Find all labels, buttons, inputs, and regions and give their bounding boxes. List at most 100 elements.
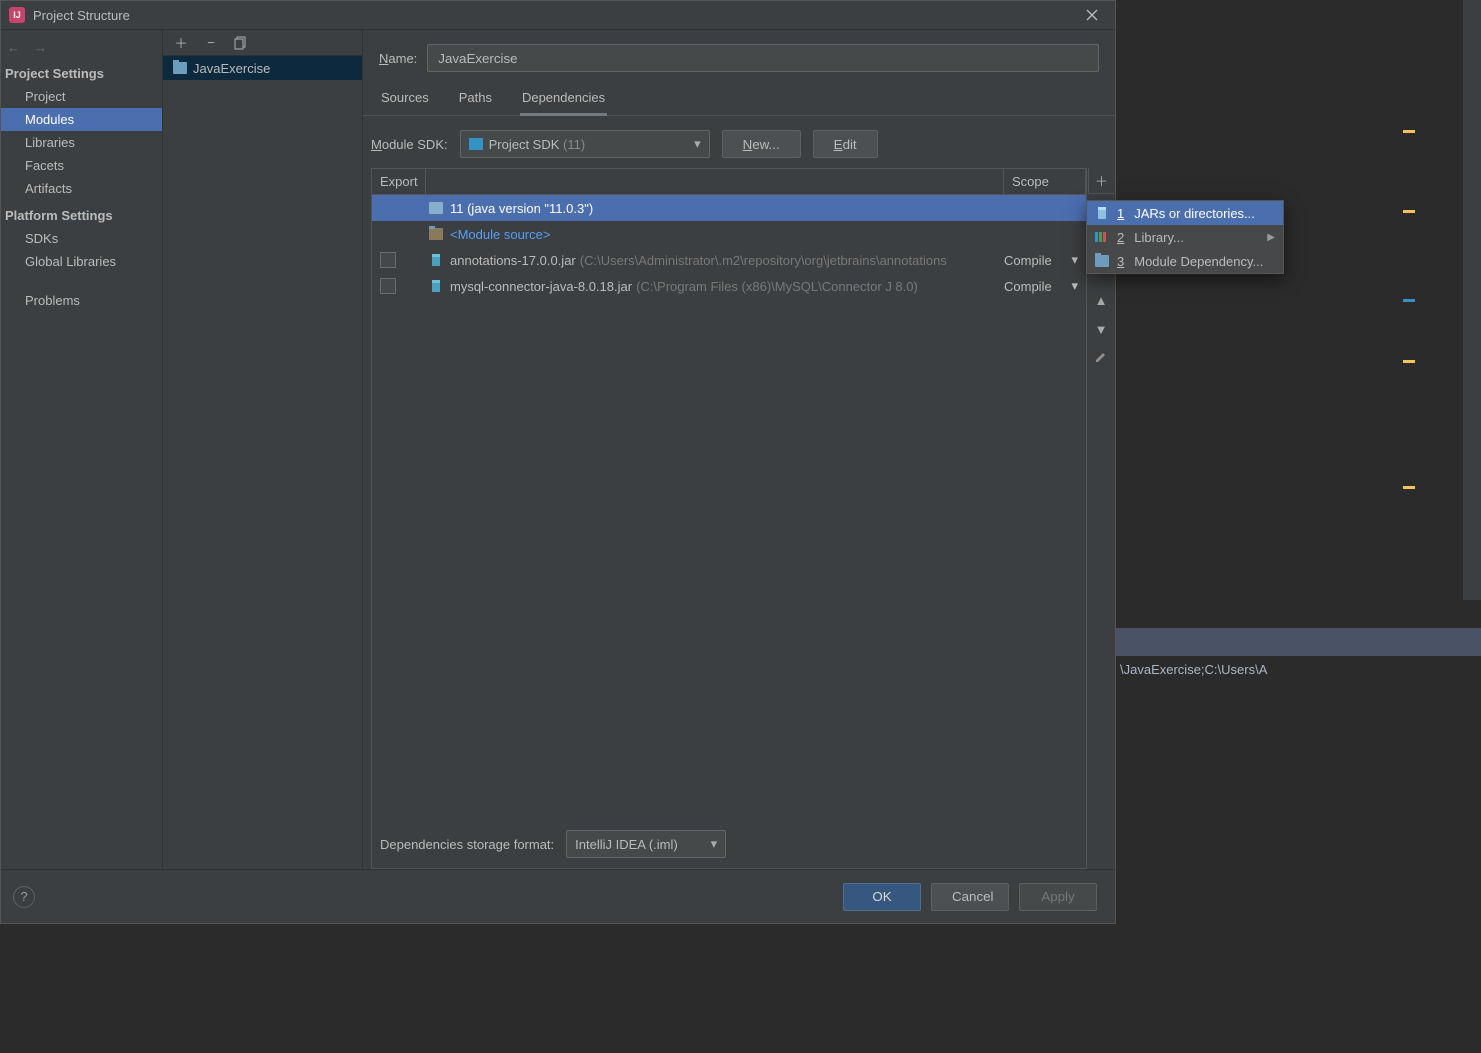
dep-label: <Module source> bbox=[450, 227, 550, 242]
chevron-down-icon: ▾ bbox=[1071, 278, 1078, 294]
menu-shortcut: 3 bbox=[1117, 254, 1124, 269]
menu-shortcut: 1 bbox=[1117, 206, 1124, 221]
chevron-down-icon: ▾ bbox=[711, 836, 718, 852]
add-dependency-menu: 1 JARs or directories... 2 Library... ▶ … bbox=[1086, 200, 1284, 274]
remove-icon[interactable]: − bbox=[203, 35, 219, 51]
back-icon[interactable]: ← bbox=[7, 40, 20, 55]
library-icon bbox=[1095, 231, 1109, 243]
sidebar-item-modules[interactable]: Modules bbox=[1, 108, 162, 131]
source-folder-icon bbox=[428, 228, 444, 240]
table-header: Export Scope bbox=[372, 169, 1086, 195]
console-output: \JavaExercise;C:\Users\A bbox=[1116, 656, 1481, 1053]
col-export[interactable]: Export bbox=[372, 169, 426, 194]
cancel-button[interactable]: Cancel bbox=[931, 883, 1009, 911]
sdk-value: Project SDK (11) bbox=[489, 137, 586, 152]
add-dependency-button[interactable]: ＋ bbox=[1088, 168, 1114, 194]
chevron-down-icon: ▾ bbox=[1071, 252, 1078, 268]
sdk-folder-icon bbox=[428, 202, 444, 214]
table-row[interactable]: 11 (java version "11.0.3") bbox=[372, 195, 1086, 221]
name-label: Name: bbox=[379, 51, 417, 66]
sidebar-item-sdks[interactable]: SDKs bbox=[1, 227, 162, 250]
menu-item-jars[interactable]: 1 JARs or directories... bbox=[1087, 201, 1283, 225]
module-tabs: Sources Paths Dependencies bbox=[363, 84, 1115, 116]
menu-label: Library... bbox=[1134, 230, 1184, 245]
tool-window-header[interactable] bbox=[1116, 628, 1481, 656]
dialog-titlebar[interactable]: IJ Project Structure bbox=[1, 1, 1115, 30]
module-list-panel: ＋ − JavaExercise bbox=[163, 30, 363, 869]
add-icon[interactable]: ＋ bbox=[173, 35, 189, 51]
app-icon: IJ bbox=[9, 7, 25, 23]
module-folder-icon bbox=[173, 62, 187, 74]
edit-dependency-icon[interactable] bbox=[1095, 351, 1107, 363]
table-row[interactable]: annotations-17.0.0.jar(C:\Users\Administ… bbox=[372, 247, 1086, 273]
sdk-label: Module SDK: bbox=[371, 137, 448, 152]
jar-icon bbox=[1095, 206, 1109, 220]
new-sdk-button[interactable]: New... bbox=[722, 130, 801, 158]
module-toolbar: ＋ − bbox=[163, 30, 362, 56]
console-line: \JavaExercise;C:\Users\A bbox=[1120, 662, 1267, 677]
help-icon[interactable]: ? bbox=[13, 886, 35, 908]
table-row[interactable]: <Module source> bbox=[372, 221, 1086, 247]
export-checkbox[interactable] bbox=[380, 278, 396, 294]
tab-sources[interactable]: Sources bbox=[379, 84, 431, 115]
menu-item-library[interactable]: 2 Library... ▶ bbox=[1087, 225, 1283, 249]
menu-item-module-dep[interactable]: 3 Module Dependency... bbox=[1087, 249, 1283, 273]
move-up-icon[interactable]: ▲ bbox=[1095, 293, 1108, 308]
gutter-marker bbox=[1403, 360, 1415, 363]
sidebar-item-facets[interactable]: Facets bbox=[1, 154, 162, 177]
gutter-marker bbox=[1403, 299, 1415, 302]
tab-paths[interactable]: Paths bbox=[457, 84, 494, 115]
sidebar-item-global-libraries[interactable]: Global Libraries bbox=[1, 250, 162, 273]
dep-label: 11 (java version "11.0.3") bbox=[450, 201, 593, 216]
menu-label: Module Dependency... bbox=[1134, 254, 1263, 269]
menu-shortcut: 2 bbox=[1117, 230, 1124, 245]
scope-combo[interactable]: Compile▾ bbox=[1004, 252, 1086, 268]
sidebar-item-artifacts[interactable]: Artifacts bbox=[1, 177, 162, 200]
jar-icon bbox=[428, 279, 444, 293]
table-row[interactable]: mysql-connector-java-8.0.18.jar(C:\Progr… bbox=[372, 273, 1086, 299]
module-editor: Name: Sources Paths Dependencies Module … bbox=[363, 30, 1115, 869]
jar-icon bbox=[428, 253, 444, 267]
storage-format-combo[interactable]: IntelliJ IDEA (.iml) ▾ bbox=[566, 830, 726, 858]
scrollbar-bg bbox=[1463, 0, 1481, 600]
copy-icon[interactable] bbox=[233, 35, 249, 51]
chevron-down-icon: ▾ bbox=[694, 136, 701, 152]
close-icon[interactable] bbox=[1077, 5, 1107, 25]
module-item[interactable]: JavaExercise bbox=[163, 56, 362, 80]
storage-label: Dependencies storage format: bbox=[380, 837, 554, 852]
col-name[interactable] bbox=[426, 169, 1004, 194]
sidebar-item-problems[interactable]: Problems bbox=[1, 289, 162, 312]
edit-sdk-button[interactable]: Edit bbox=[813, 130, 878, 158]
move-down-icon[interactable]: ▼ bbox=[1095, 322, 1108, 337]
dependencies-table: Export Scope 11 (java version "11.0.3") bbox=[371, 168, 1087, 869]
sidebar-item-project[interactable]: Project bbox=[1, 85, 162, 108]
module-sdk-combo[interactable]: Project SDK (11) ▾ bbox=[460, 130, 710, 158]
settings-sidebar: ← → Project Settings Project Modules Lib… bbox=[1, 30, 163, 869]
gutter-marker bbox=[1403, 210, 1415, 213]
apply-button[interactable]: Apply bbox=[1019, 883, 1097, 911]
tab-dependencies[interactable]: Dependencies bbox=[520, 84, 607, 116]
module-name: JavaExercise bbox=[193, 61, 270, 76]
sdk-folder-icon bbox=[469, 138, 483, 150]
scope-combo[interactable]: Compile▾ bbox=[1004, 278, 1086, 294]
menu-label: JARs or directories... bbox=[1134, 206, 1255, 221]
module-name-input[interactable] bbox=[427, 44, 1099, 72]
project-structure-dialog: IJ Project Structure ← → Project Setting… bbox=[0, 0, 1116, 924]
submenu-arrow-icon: ▶ bbox=[1267, 232, 1275, 243]
export-checkbox[interactable] bbox=[380, 252, 396, 268]
forward-icon[interactable]: → bbox=[34, 40, 47, 55]
dep-label: mysql-connector-java-8.0.18.jar(C:\Progr… bbox=[450, 279, 918, 294]
storage-value: IntelliJ IDEA (.iml) bbox=[575, 837, 678, 852]
dialog-footer: ? OK Cancel Apply bbox=[1, 869, 1115, 923]
sidebar-heading: Platform Settings bbox=[1, 200, 162, 227]
gutter-marker bbox=[1403, 130, 1415, 133]
gutter-marker bbox=[1403, 486, 1415, 489]
sidebar-heading: Project Settings bbox=[1, 58, 162, 85]
sidebar-item-libraries[interactable]: Libraries bbox=[1, 131, 162, 154]
dep-label: annotations-17.0.0.jar(C:\Users\Administ… bbox=[450, 253, 947, 268]
nav-history: ← → bbox=[1, 36, 162, 58]
dialog-title: Project Structure bbox=[33, 8, 130, 23]
module-folder-icon bbox=[1095, 255, 1109, 267]
col-scope[interactable]: Scope bbox=[1004, 169, 1086, 194]
ok-button[interactable]: OK bbox=[843, 883, 921, 911]
